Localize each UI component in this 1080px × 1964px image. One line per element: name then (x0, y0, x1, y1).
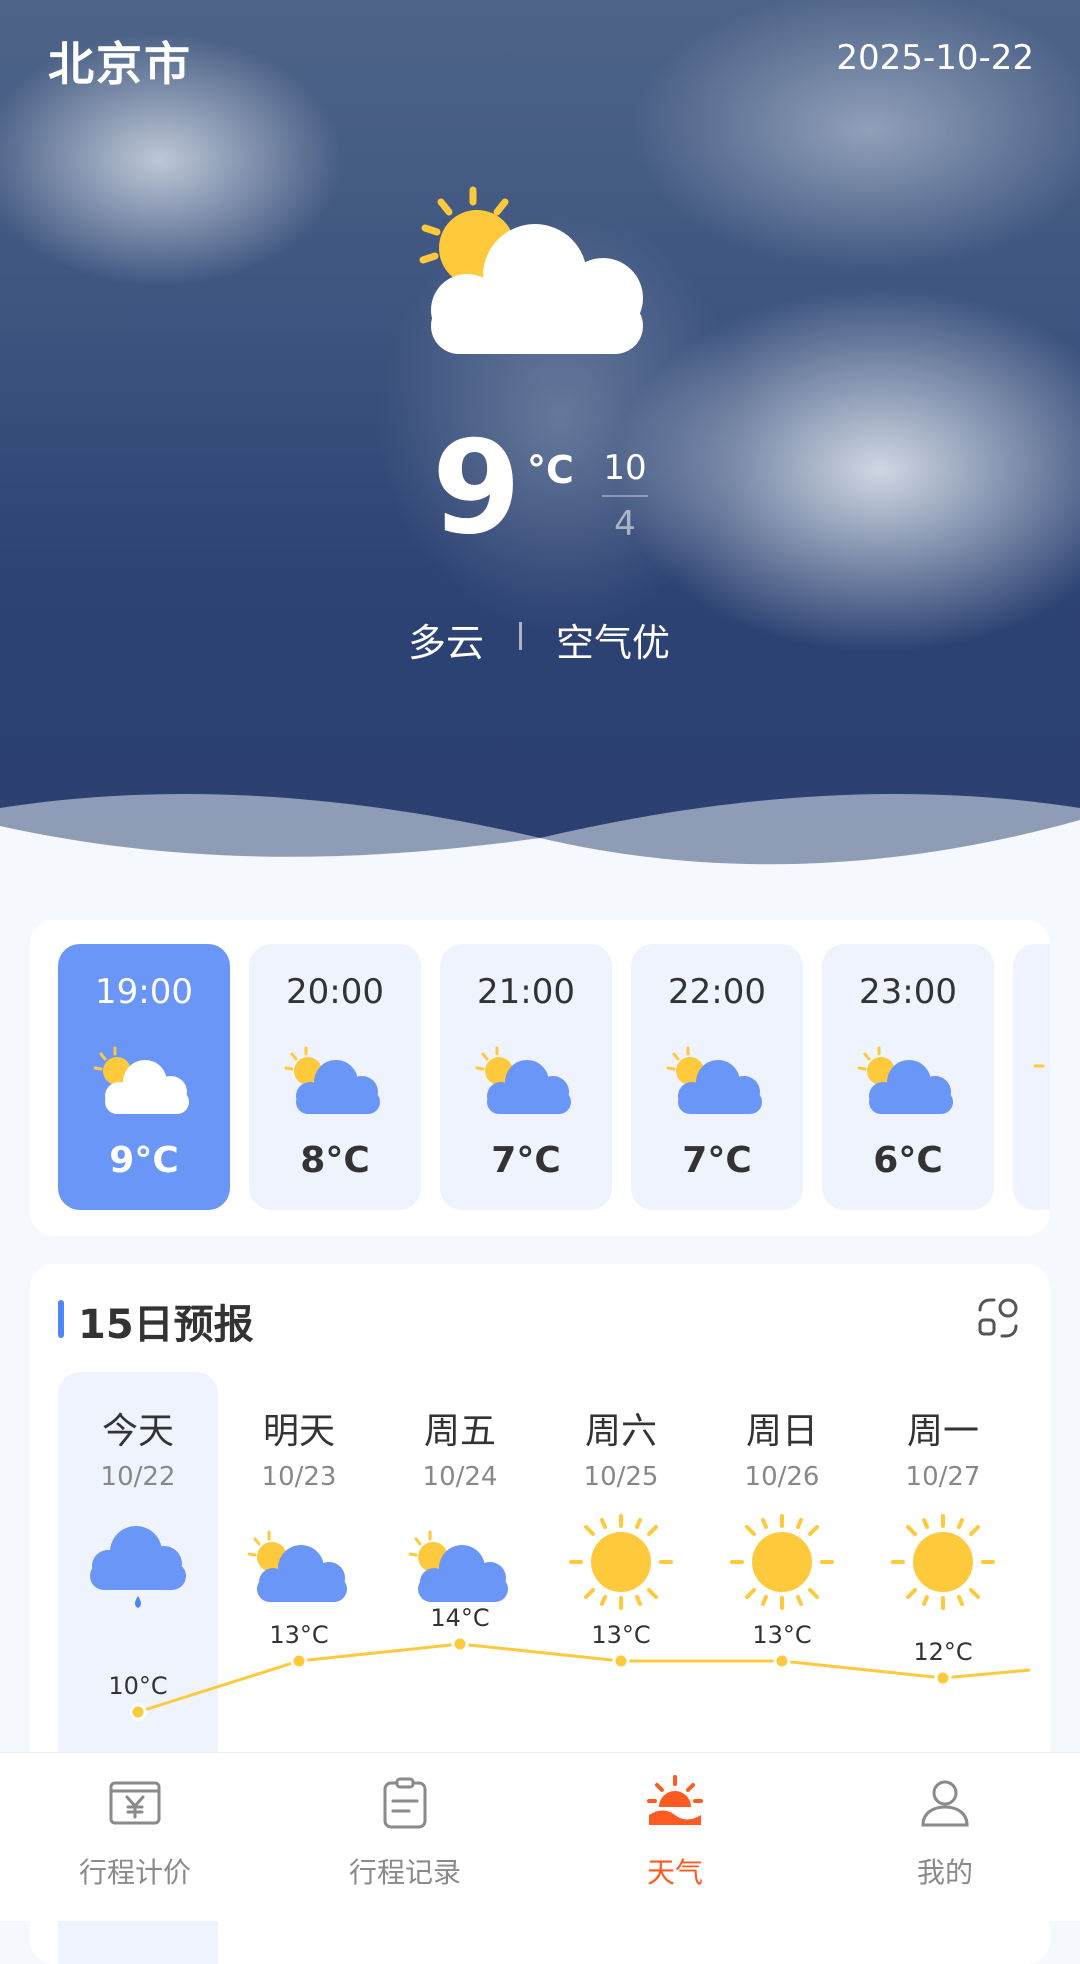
partly-cloudy-icon (247, 1530, 347, 1602)
city-name[interactable]: 北京市 (48, 28, 192, 94)
record-icon (383, 1777, 427, 1829)
high-low-divider (602, 495, 648, 497)
nav-item-record[interactable]: 行程记录 (270, 1753, 540, 1921)
hour-temperature: 9°C (109, 1140, 179, 1181)
hour-item[interactable]: 22:00 7°C (631, 944, 803, 1210)
day-name: 周日 (745, 1411, 818, 1452)
partly-cloudy-icon (284, 1046, 380, 1114)
nav-label: 行程记录 (348, 1856, 461, 1889)
sunny-icon (569, 1514, 673, 1610)
weather-icon (647, 1775, 703, 1825)
hour-item[interactable]: 23:00 6°C (822, 944, 994, 1210)
section-marker (58, 1300, 64, 1338)
day-name: 明天 (262, 1411, 335, 1452)
temperature-unit: °C (527, 448, 574, 492)
hour-time: 19:00 (95, 972, 193, 1012)
hour-item-partial[interactable] (1013, 944, 1050, 1210)
nav-item-profile[interactable]: 我的 (810, 1753, 1080, 1921)
current-date: 2025-10-22 (836, 38, 1034, 78)
nav-label: 行程计价 (78, 1856, 191, 1889)
hourly-forecast[interactable]: 19:00 9°C 20:00 8°C 21:00 7°C 22:00 7°C … (30, 920, 1050, 1236)
daily-forecast-title: 15日预报 (78, 1302, 254, 1348)
hour-item[interactable]: 21:00 7°C (440, 944, 612, 1210)
day-date: 10/25 (583, 1462, 659, 1492)
weather-hero: 北京市 2025-10-22 9 °C 10 4 多云 空气优 (0, 0, 1080, 880)
condition-divider (519, 622, 522, 650)
day-column[interactable]: 周五 10/24 (380, 1372, 540, 1732)
day-column[interactable]: 周日 10/26 (702, 1372, 862, 1732)
nav-item-fare[interactable]: 行程计价 (0, 1753, 270, 1921)
high-temperature: 10 (603, 448, 647, 488)
day-column[interactable]: 明天 10/23 (219, 1372, 379, 1732)
day-name: 周一 (906, 1411, 979, 1452)
partly-cloudy-icon (419, 186, 643, 354)
day-date: 10/22 (100, 1462, 176, 1492)
day-date: 10/24 (422, 1462, 498, 1492)
weather-condition: 多云 (408, 621, 485, 665)
day-name: 周六 (584, 1411, 657, 1452)
hour-temperature: 6°C (873, 1140, 943, 1181)
hour-temperature: 8°C (300, 1140, 370, 1181)
partly-cloudy-icon (475, 1046, 571, 1114)
expand-icon[interactable] (974, 1294, 1022, 1342)
hour-time: 20:00 (286, 972, 384, 1012)
sunny-icon (730, 1514, 834, 1610)
day-date: 10/27 (905, 1462, 981, 1492)
hour-time: 21:00 (477, 972, 575, 1012)
day-name: 今天 (101, 1411, 174, 1452)
fare-icon (109, 1781, 161, 1825)
rain-icon (90, 1526, 186, 1608)
profile-icon (921, 1780, 969, 1827)
air-quality: 空气优 (556, 621, 671, 665)
nav-item-weather[interactable]: 天气 (540, 1753, 810, 1921)
hour-item[interactable]: 19:00 9°C (58, 944, 230, 1210)
day-column[interactable]: 周一 10/27 (863, 1372, 1023, 1732)
low-temperature: 4 (614, 504, 636, 544)
day-column[interactable]: 今天 10/22 (58, 1372, 218, 1732)
partly-cloudy-icon (93, 1046, 189, 1114)
partly-cloudy-icon (857, 1046, 953, 1114)
day-date: 10/23 (261, 1462, 337, 1492)
bottom-nav: 行程计价 行程记录 天气 我的 (0, 1752, 1080, 1921)
day-date: 10/26 (744, 1462, 820, 1492)
hour-time: 23:00 (859, 972, 957, 1012)
nav-label: 天气 (646, 1856, 703, 1889)
day-name: 周五 (423, 1411, 496, 1452)
partly-cloudy-icon (408, 1530, 508, 1602)
current-temperature: 9 (432, 414, 522, 563)
hour-item[interactable]: 20:00 8°C (249, 944, 421, 1210)
sun-ray-icon (1033, 1064, 1045, 1068)
wave-divider (0, 794, 1080, 880)
nav-label: 我的 (916, 1856, 973, 1889)
hour-temperature: 7°C (491, 1140, 561, 1181)
hour-time: 22:00 (668, 972, 766, 1012)
partly-cloudy-icon (666, 1046, 762, 1114)
hour-temperature: 7°C (682, 1140, 752, 1181)
sunny-icon (891, 1514, 995, 1610)
day-column[interactable]: 周六 10/25 (541, 1372, 701, 1732)
